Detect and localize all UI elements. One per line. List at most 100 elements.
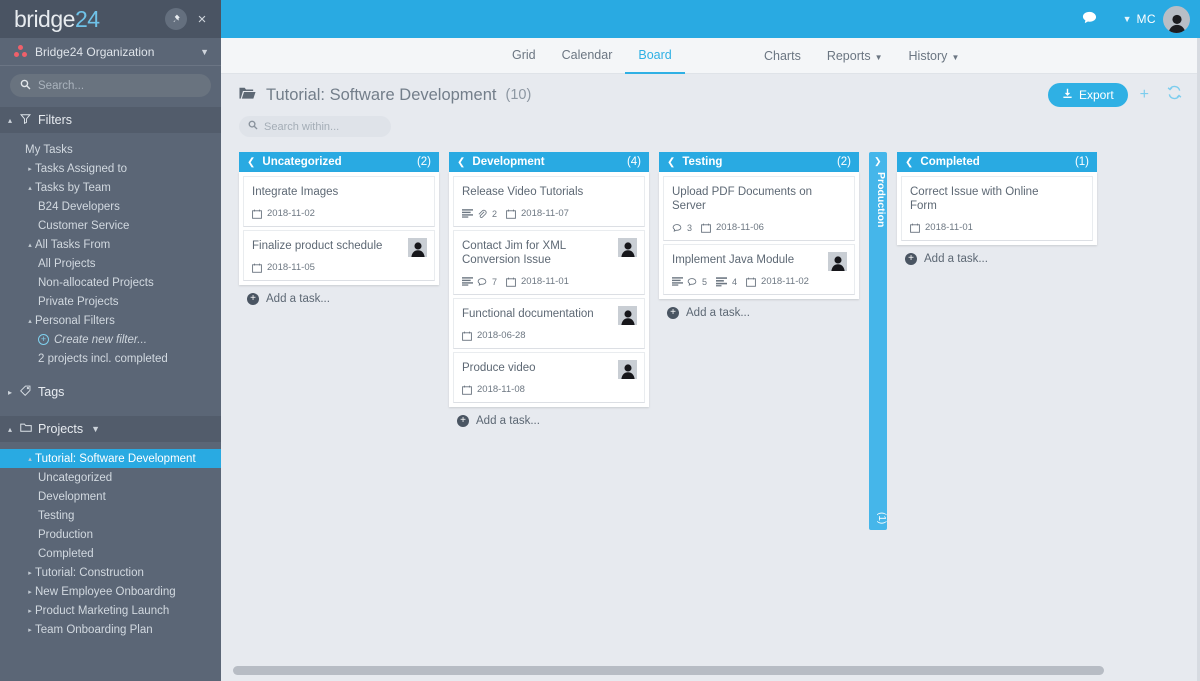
- sidebar-filter-my-tasks[interactable]: My Tasks: [0, 140, 221, 159]
- sidebar-search[interactable]: [10, 74, 211, 97]
- task-card[interactable]: Integrate Images 2018-11-02: [243, 176, 435, 227]
- sidebar-project-tutorial-construction[interactable]: ▸ Tutorial: Construction: [0, 563, 221, 582]
- chevron-down-icon[interactable]: ▼: [200, 47, 209, 57]
- sidebar-project-team-onboarding-plan[interactable]: ▸ Team Onboarding Plan: [0, 620, 221, 639]
- task-card[interactable]: Produce video 2018-11-08: [453, 352, 645, 403]
- board-column-header[interactable]: ❮ Development (4): [449, 152, 649, 172]
- user-menu-caret-icon[interactable]: ▼: [1123, 14, 1132, 24]
- sidebar-project-tutorial-software-development[interactable]: ▴ Tutorial: Software Development: [0, 449, 221, 468]
- sidebar-project-new-employee-onboarding[interactable]: ▸ New Employee Onboarding: [0, 582, 221, 601]
- board-column-collapsed-production[interactable]: ❯ Production (1): [869, 152, 887, 530]
- pin-icon[interactable]: [165, 8, 187, 30]
- nav-link-history[interactable]: History ▼: [896, 49, 973, 63]
- task-card-avatar[interactable]: [408, 238, 427, 257]
- tab-board[interactable]: Board: [625, 39, 685, 74]
- task-card-meta: 2 2018-11-07: [462, 208, 636, 219]
- add-task-button[interactable]: + Add a task...: [239, 285, 439, 305]
- sidebar-filter-2-projects-incl-completed[interactable]: 2 projects incl. completed: [0, 349, 221, 368]
- sidebar-filter-create-new-filter[interactable]: + Create new filter...: [0, 330, 221, 349]
- chevron-icon: ▴: [28, 317, 32, 325]
- add-task-header-icon[interactable]: +: [1140, 86, 1149, 104]
- sidebar-filter-all-tasks-from[interactable]: ▴ All Tasks From: [0, 235, 221, 254]
- board-column-testing: ❮ Testing (2) Upload PDF Documents on Serve…: [659, 152, 859, 319]
- nav-link-reports[interactable]: Reports ▼: [814, 49, 896, 63]
- task-card[interactable]: Contact Jim for XML Conversion Issue 7 201…: [453, 230, 645, 295]
- sidebar-section-tags[interactable]: ▸ Tags: [0, 379, 221, 405]
- nav-link-charts[interactable]: Charts: [751, 49, 814, 63]
- task-card[interactable]: Functional documentation 2018-06-28: [453, 298, 645, 349]
- calendar-icon: [506, 277, 516, 287]
- task-card-avatar[interactable]: [828, 252, 847, 271]
- sidebar-filter-non-allocated-projects[interactable]: Non-allocated Projects: [0, 273, 221, 292]
- add-task-button[interactable]: + Add a task...: [449, 407, 649, 427]
- chevron-left-icon[interactable]: ❮: [905, 157, 913, 168]
- task-card-meta: 2018-11-05: [252, 262, 426, 273]
- description-icon: [672, 277, 683, 286]
- search-icon: [20, 79, 31, 93]
- chevron-right-icon[interactable]: ❯: [874, 156, 882, 167]
- board-card-stack: Upload PDF Documents on Server 3 2018-11-0…: [659, 172, 859, 299]
- sidebar-filter-personal-filters[interactable]: ▴ Personal Filters: [0, 311, 221, 330]
- chevron-left-icon[interactable]: ❮: [247, 157, 255, 168]
- task-card-avatar[interactable]: [618, 306, 637, 325]
- user-initials[interactable]: MC: [1137, 12, 1156, 26]
- task-card-meta: 2018-11-01: [910, 222, 1084, 233]
- chevron-down-icon[interactable]: ▼: [875, 53, 883, 62]
- sidebar-filter-b24-developers[interactable]: B24 Developers: [0, 197, 221, 216]
- sidebar-section-filters[interactable]: ▴ Filters: [0, 107, 221, 133]
- chevron-left-icon[interactable]: ❮: [457, 157, 465, 168]
- sidebar-filter-tasks-by-team[interactable]: ▴ Tasks by Team: [0, 178, 221, 197]
- sidebar-section-projects[interactable]: ▴ Projects ▼: [0, 416, 221, 442]
- sidebar-project-product-marketing-launch[interactable]: ▸ Product Marketing Launch: [0, 601, 221, 620]
- chevron-down-icon[interactable]: ▼: [951, 53, 959, 62]
- sidebar-search-input[interactable]: [38, 79, 201, 92]
- board-column-header[interactable]: ❮ Completed (1): [897, 152, 1097, 172]
- sidebar-filter-all-projects[interactable]: All Projects: [0, 254, 221, 273]
- task-card-avatar[interactable]: [618, 238, 637, 257]
- chevron-left-icon[interactable]: ❮: [667, 157, 675, 168]
- sidebar-project-production[interactable]: Production: [0, 525, 221, 544]
- sidebar-project-uncategorized[interactable]: Uncategorized: [0, 468, 221, 487]
- sidebar-filter-tasks-assigned-to[interactable]: ▸ Tasks Assigned to: [0, 159, 221, 178]
- search-within-input[interactable]: [264, 120, 382, 133]
- calendar-icon: [462, 385, 472, 395]
- search-within[interactable]: [239, 116, 391, 137]
- sidebar-project-completed[interactable]: Completed: [0, 544, 221, 563]
- sidebar-project-testing[interactable]: Testing: [0, 506, 221, 525]
- sidebar-filter-private-projects[interactable]: Private Projects: [0, 292, 221, 311]
- export-button[interactable]: Export: [1047, 83, 1128, 107]
- sidebar-brand-bar: bridge24 ×: [0, 0, 221, 38]
- chevron-icon: ▸: [28, 588, 32, 596]
- close-icon[interactable]: ×: [193, 11, 211, 28]
- tab-calendar[interactable]: Calendar: [549, 39, 626, 74]
- avatar[interactable]: [1163, 5, 1190, 33]
- task-card[interactable]: Implement Java Module 5 4 2018-11-02: [663, 244, 855, 295]
- refresh-icon[interactable]: [1167, 85, 1182, 105]
- board-column-header[interactable]: ❮ Uncategorized (2): [239, 152, 439, 172]
- sidebar-project-development[interactable]: Development: [0, 487, 221, 506]
- organization-selector[interactable]: Bridge24 Organization ▼: [0, 38, 221, 66]
- add-task-button[interactable]: + Add a task...: [659, 299, 859, 319]
- sidebar-filter-label: Non-allocated Projects: [38, 276, 154, 289]
- task-card[interactable]: Upload PDF Documents on Server 3 2018-11-0…: [663, 176, 855, 241]
- projects-dropdown-caret-icon[interactable]: ▼: [91, 424, 100, 434]
- board-column-header[interactable]: ❮ Testing (2): [659, 152, 859, 172]
- task-card[interactable]: Finalize product schedule 2018-11-05: [243, 230, 435, 281]
- sidebar-project-label: New Employee Onboarding: [35, 585, 176, 598]
- task-card-due-date: 2018-11-02: [761, 276, 809, 287]
- task-card[interactable]: Correct Issue with Online Form 2018-11-01: [901, 176, 1093, 241]
- task-card-avatar[interactable]: [618, 360, 637, 379]
- tab-grid[interactable]: Grid: [499, 39, 549, 74]
- task-card[interactable]: Release Video Tutorials 2 2018-11-07: [453, 176, 645, 227]
- add-task-button[interactable]: + Add a task...: [897, 245, 1097, 265]
- scrollbar-thumb[interactable]: [233, 665, 1104, 675]
- task-card-title: Upload PDF Documents on Server: [672, 186, 812, 212]
- sidebar-filter-customer-service[interactable]: Customer Service: [0, 216, 221, 235]
- sidebar-filter-label: All Projects: [38, 257, 96, 270]
- scrollbar-track[interactable]: [233, 665, 1190, 675]
- horizontal-scrollbar[interactable]: [221, 659, 1200, 681]
- chat-bubble-icon[interactable]: [1082, 10, 1097, 29]
- board-column-count: (4): [626, 156, 641, 168]
- board-column-development: ❮ Development (4) Release Video Tutorials 2 2…: [449, 152, 649, 427]
- sidebar-filter-label: B24 Developers: [38, 200, 120, 213]
